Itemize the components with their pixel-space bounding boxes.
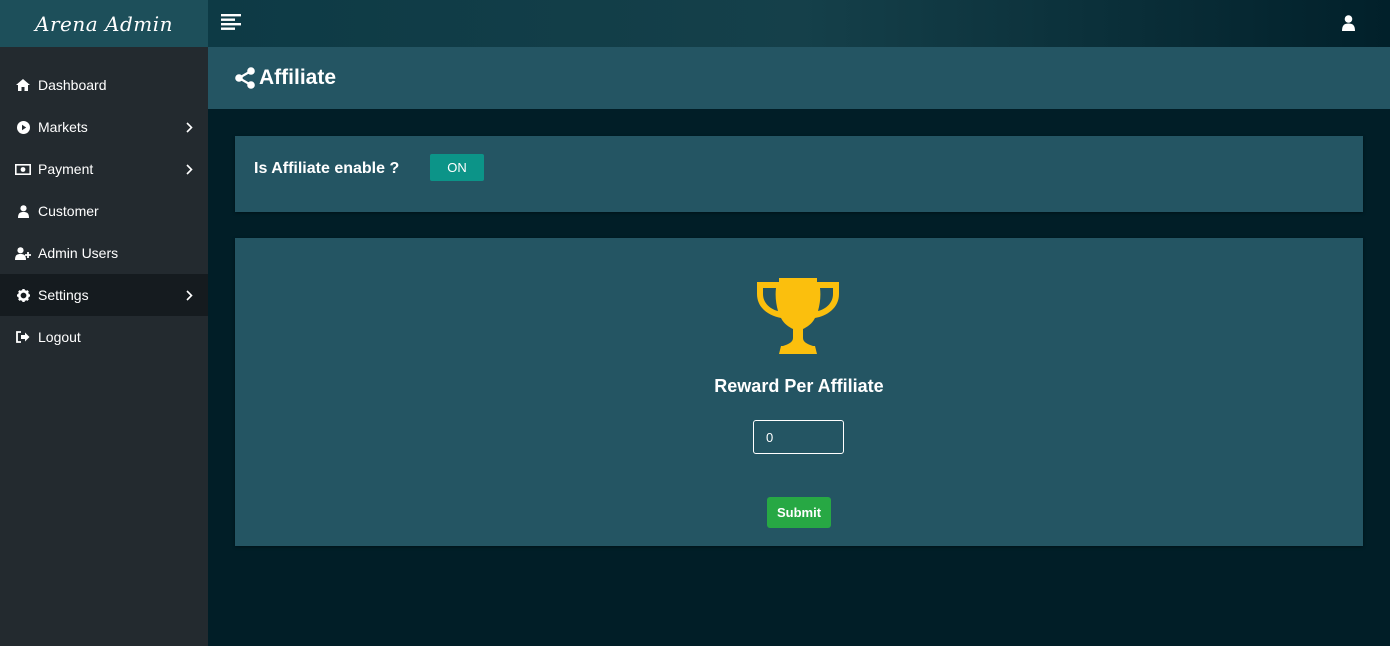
sidebar-item-customer[interactable]: Customer bbox=[0, 190, 208, 232]
affiliate-enable-label: Is Affiliate enable ? bbox=[254, 160, 400, 177]
user-plus-icon bbox=[15, 245, 31, 261]
user-icon[interactable] bbox=[1342, 15, 1356, 32]
sidebar-item-dashboard[interactable]: Dashboard bbox=[0, 64, 208, 106]
sidebar-item-payment[interactable]: Payment bbox=[0, 148, 208, 190]
sidebar-item-logout[interactable]: Logout bbox=[0, 316, 208, 358]
sidebar: Arena Admin Dashboard Markets Payment Cu… bbox=[0, 0, 208, 646]
menu-toggle-icon[interactable] bbox=[221, 14, 241, 32]
reward-amount-input[interactable] bbox=[753, 420, 844, 454]
reward-title: Reward Per Affiliate bbox=[714, 376, 884, 396]
home-icon bbox=[15, 77, 31, 93]
money-icon bbox=[15, 161, 31, 177]
chevron-right-icon bbox=[184, 120, 194, 134]
sign-out-icon bbox=[15, 329, 31, 345]
sidebar-item-admin-users[interactable]: Admin Users bbox=[0, 232, 208, 274]
submit-button[interactable]: Submit bbox=[767, 497, 831, 528]
chevron-right-icon bbox=[184, 162, 194, 176]
sidebar-item-markets[interactable]: Markets bbox=[0, 106, 208, 148]
affiliate-toggle-card: Is Affiliate enable ? ON bbox=[235, 136, 1363, 212]
affiliate-enable-toggle[interactable]: ON bbox=[430, 154, 484, 181]
chevron-right-icon bbox=[184, 288, 194, 302]
sidebar-item-settings[interactable]: Settings bbox=[0, 274, 208, 316]
play-circle-icon bbox=[15, 119, 31, 135]
sidebar-item-label: Payment bbox=[38, 161, 94, 177]
topbar bbox=[208, 0, 1390, 47]
user-icon bbox=[15, 203, 31, 219]
brand-name: Arena Admin bbox=[35, 11, 173, 36]
page-header: Affiliate bbox=[208, 47, 1390, 109]
sidebar-item-label: Dashboard bbox=[38, 77, 107, 93]
trophy-icon bbox=[755, 276, 841, 356]
sidebar-item-label: Logout bbox=[38, 329, 81, 345]
sidebar-nav: Dashboard Markets Payment Customer Admin… bbox=[0, 47, 208, 358]
sidebar-item-label: Customer bbox=[38, 203, 99, 219]
share-icon bbox=[234, 67, 256, 89]
sidebar-item-label: Settings bbox=[38, 287, 89, 303]
sidebar-item-label: Markets bbox=[38, 119, 88, 135]
page-title: Affiliate bbox=[259, 66, 337, 89]
sidebar-item-label: Admin Users bbox=[38, 245, 119, 261]
reward-card: Reward Per Affiliate Submit bbox=[235, 238, 1363, 546]
brand-logo[interactable]: Arena Admin bbox=[0, 0, 208, 47]
gear-icon bbox=[15, 287, 31, 303]
